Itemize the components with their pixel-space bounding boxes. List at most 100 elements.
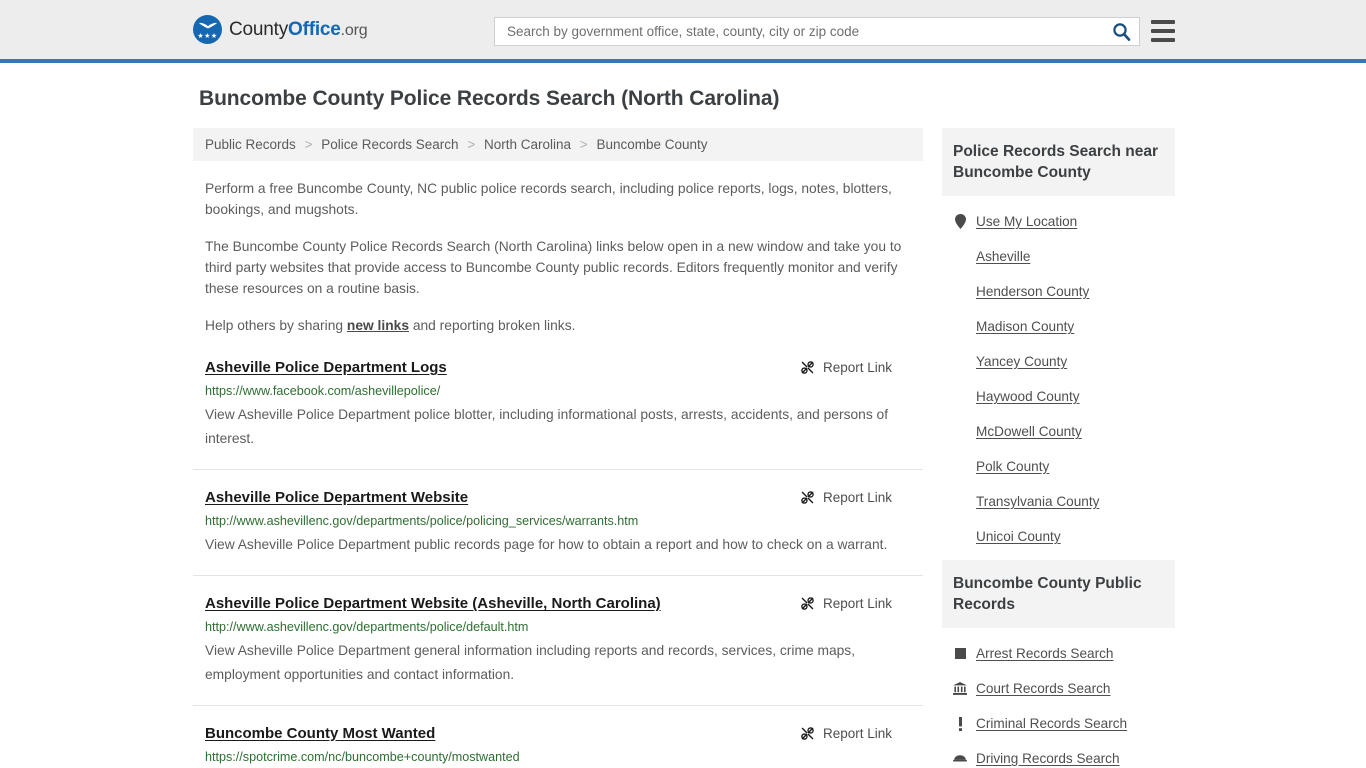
sidebar-item-haywood-county[interactable]: Haywood County: [953, 379, 1175, 414]
sidebar-link-label[interactable]: Use My Location: [976, 213, 1077, 230]
sidebar-item-madison-county[interactable]: Madison County: [953, 309, 1175, 344]
hamburger-bar: [1151, 29, 1175, 33]
breadcrumb: Public Records > Police Records Search >…: [193, 128, 923, 161]
report-link-label: Report Link: [822, 596, 892, 611]
result-url[interactable]: https://spotcrime.com/nc/buncombe+county…: [205, 749, 923, 765]
sidebar-public-records-heading: Buncombe County Public Records: [942, 560, 1175, 628]
sidebar-nearby-heading: Police Records Search near Buncombe Coun…: [942, 128, 1175, 196]
square-icon: [953, 648, 967, 659]
logo-text: CountyOffice.org: [229, 18, 368, 41]
logo-stars: ★★★: [197, 33, 218, 40]
breadcrumb-separator: >: [579, 137, 588, 152]
site-header: ★★★ CountyOffice.org: [0, 0, 1366, 63]
sidebar-item-henderson-county[interactable]: Henderson County: [953, 274, 1175, 309]
sidebar-public-records-list: Arrest Records Search Court Records Sear…: [942, 628, 1175, 768]
site-logo[interactable]: ★★★ CountyOffice.org: [193, 15, 368, 44]
hamburger-bar: [1151, 20, 1175, 24]
result-description: View Asheville Police Department general…: [205, 643, 856, 682]
sidebar-item-mcdowell-county[interactable]: McDowell County: [953, 414, 1175, 449]
hamburger-bar: [1151, 38, 1175, 42]
content-row: Public Records > Police Records Search >…: [0, 128, 1366, 768]
breadcrumb-separator: >: [467, 137, 476, 152]
breadcrumb-separator: >: [304, 137, 313, 152]
intro-paragraph-2: The Buncombe County Police Records Searc…: [205, 239, 902, 296]
sidebar-item-yancey-county[interactable]: Yancey County: [953, 344, 1175, 379]
result-title-link[interactable]: Buncombe County Most Wanted: [205, 724, 435, 743]
report-link-button[interactable]: Report Link: [799, 489, 892, 506]
search-input[interactable]: [495, 18, 1103, 45]
sidebar-link-label[interactable]: Court Records Search: [976, 680, 1110, 697]
result-url[interactable]: http://www.ashevillenc.gov/departments/p…: [205, 513, 923, 529]
exclamation-icon: [953, 716, 967, 731]
report-link-button[interactable]: Report Link: [799, 595, 892, 612]
logo-text-county: County: [229, 18, 289, 40]
sidebar-link-label[interactable]: Criminal Records Search: [976, 715, 1127, 732]
report-link-label: Report Link: [822, 360, 892, 375]
result-description: View Asheville Police Department police …: [205, 407, 889, 446]
search-icon: [1112, 23, 1130, 41]
result-header: Asheville Police Department Website Repo…: [205, 488, 923, 507]
result-title-link[interactable]: Asheville Police Department Logs: [205, 358, 447, 377]
intro-text-before: Help others by sharing: [205, 318, 347, 333]
breadcrumb-item-north-carolina[interactable]: North Carolina: [484, 137, 571, 152]
sidebar-item-transylvania-county[interactable]: Transylvania County: [953, 484, 1175, 519]
sidebar-link-label[interactable]: Haywood County: [976, 388, 1080, 405]
breadcrumb-item-public-records[interactable]: Public Records: [205, 137, 296, 152]
logo-text-org: .org: [340, 21, 368, 39]
sidebar: Police Records Search near Buncombe Coun…: [942, 128, 1175, 768]
sidebar-public-records-card: Buncombe County Public Records Arrest Re…: [942, 560, 1175, 768]
sidebar-link-label[interactable]: Madison County: [976, 318, 1074, 335]
results-list: Asheville Police Department Logs Report …: [193, 358, 923, 768]
sidebar-link-label[interactable]: Driving Records Search: [976, 750, 1120, 767]
broken-link-icon: [801, 727, 814, 740]
intro-text-after: and reporting broken links.: [409, 318, 576, 333]
sidebar-link-label[interactable]: Unicoi County: [976, 528, 1061, 545]
intro-paragraph-3: Help others by sharing new links and rep…: [205, 315, 911, 336]
sidebar-link-label[interactable]: Henderson County: [976, 283, 1089, 300]
main-column: Public Records > Police Records Search >…: [193, 128, 923, 768]
result-header: Asheville Police Department Logs Report …: [205, 358, 923, 377]
sidebar-link-label[interactable]: McDowell County: [976, 423, 1082, 440]
hamburger-menu-icon[interactable]: [1151, 20, 1175, 42]
intro-paragraph-1: Perform a free Buncombe County, NC publi…: [205, 181, 892, 217]
page-body: Buncombe County Police Records Search (N…: [0, 63, 1366, 768]
broken-link-icon: [801, 491, 814, 504]
sidebar-item-use-my-location[interactable]: Use My Location: [953, 204, 1175, 239]
sidebar-item-asheville[interactable]: Asheville: [953, 239, 1175, 274]
breadcrumb-item-police-records-search[interactable]: Police Records Search: [321, 137, 458, 152]
report-link-button[interactable]: Report Link: [799, 359, 892, 376]
result-header: Asheville Police Department Website (Ash…: [205, 594, 923, 613]
sidebar-item-criminal-records-search[interactable]: Criminal Records Search: [953, 706, 1175, 741]
broken-link-icon: [801, 361, 814, 374]
sidebar-link-label[interactable]: Arrest Records Search: [976, 645, 1114, 662]
sidebar-link-label[interactable]: Polk County: [976, 458, 1049, 475]
sidebar-item-driving-records-search[interactable]: Driving Records Search: [953, 741, 1175, 768]
result-item: Asheville Police Department Logs Report …: [193, 358, 923, 470]
search-button[interactable]: [1103, 18, 1139, 45]
sidebar-item-arrest-records-search[interactable]: Arrest Records Search: [953, 636, 1175, 671]
result-item: Asheville Police Department Website (Ash…: [193, 594, 923, 706]
result-description: View Asheville Police Department public …: [205, 537, 888, 552]
result-header: Buncombe County Most Wanted Report Link: [205, 724, 923, 743]
sidebar-item-polk-county[interactable]: Polk County: [953, 449, 1175, 484]
result-title-link[interactable]: Asheville Police Department Website: [205, 488, 468, 507]
page-title: Buncombe County Police Records Search (N…: [199, 87, 780, 110]
sidebar-link-label[interactable]: Transylvania County: [976, 493, 1099, 510]
map-pin-icon: [953, 214, 967, 229]
breadcrumb-item-buncombe-county[interactable]: Buncombe County: [596, 137, 707, 152]
sidebar-link-label[interactable]: Yancey County: [976, 353, 1067, 370]
report-link-label: Report Link: [822, 490, 892, 505]
sidebar-item-unicoi-county[interactable]: Unicoi County: [953, 519, 1175, 554]
sidebar-nearby-card: Police Records Search near Buncombe Coun…: [942, 128, 1175, 554]
sidebar-item-court-records-search[interactable]: Court Records Search: [953, 671, 1175, 706]
result-url[interactable]: https://www.facebook.com/ashevillepolice…: [205, 383, 923, 399]
sidebar-link-label[interactable]: Asheville: [976, 248, 1030, 265]
eagle-icon: [198, 22, 217, 29]
result-title-link[interactable]: Asheville Police Department Website (Ash…: [205, 594, 661, 613]
result-item: Asheville Police Department Website Repo…: [193, 488, 923, 576]
new-links-link[interactable]: new links: [347, 318, 409, 333]
broken-link-icon: [801, 597, 814, 610]
report-link-button[interactable]: Report Link: [799, 725, 892, 742]
result-url[interactable]: http://www.ashevillenc.gov/departments/p…: [205, 619, 923, 635]
report-link-label: Report Link: [822, 726, 892, 741]
